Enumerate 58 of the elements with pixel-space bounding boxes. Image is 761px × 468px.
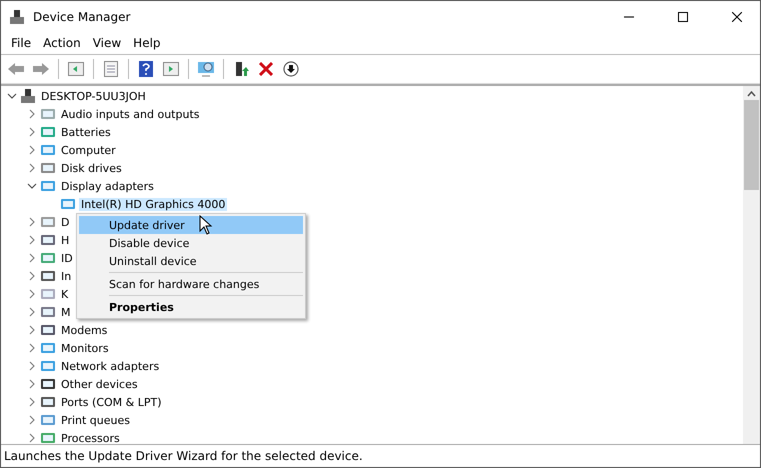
tree-item[interactable]: Modems	[59, 324, 110, 336]
context-menu-item[interactable]: Uninstall device	[79, 252, 303, 270]
tree-item[interactable]: In	[59, 270, 74, 282]
context-menu-item[interactable]: Update driver	[79, 216, 303, 234]
tree-item[interactable]: Network adapters	[59, 360, 162, 372]
scroll-up-icon[interactable]	[747, 90, 756, 98]
device-icon	[40, 232, 56, 248]
device-icon	[40, 106, 56, 122]
device-icon	[40, 304, 56, 320]
tree-item[interactable]: Monitors	[59, 342, 111, 354]
tree-item[interactable]: Display adapters	[59, 180, 156, 192]
cursor-icon	[199, 215, 213, 235]
context-menu-item[interactable]: Scan for hardware changes	[79, 275, 303, 293]
device-icon	[60, 196, 76, 212]
device-icon	[40, 430, 56, 444]
device-icon	[40, 250, 56, 266]
device-icon	[40, 160, 56, 176]
tree-item[interactable]: K	[59, 288, 70, 300]
tree-item[interactable]: Processors	[59, 432, 122, 444]
tree-item[interactable]: ID	[59, 252, 75, 264]
device-icon	[40, 268, 56, 284]
computer-icon	[20, 88, 36, 104]
menu-item[interactable]: View	[86, 34, 128, 52]
device-icon	[40, 286, 56, 302]
device-icon	[40, 124, 56, 140]
menu-item[interactable]: File	[5, 34, 38, 52]
tree-item[interactable]: D	[59, 216, 72, 228]
device-icon	[40, 214, 56, 230]
maximize-icon	[678, 12, 688, 22]
tree-item[interactable]: H	[59, 234, 72, 246]
tree-item[interactable]: Other devices	[59, 378, 140, 390]
menu-item[interactable]: Help	[127, 34, 167, 52]
tree-item[interactable]: M	[59, 306, 72, 318]
scroll-thumb[interactable]	[744, 100, 759, 190]
menu-item[interactable]: Action	[37, 34, 87, 52]
tree-item[interactable]: Batteries	[59, 126, 113, 138]
device-icon	[40, 322, 56, 338]
context-menu-item[interactable]: Properties	[79, 298, 303, 316]
tree-item[interactable]: Print queues	[59, 414, 132, 426]
tree-item[interactable]: Ports (COM & LPT)	[59, 396, 164, 408]
tree-item[interactable]: Audio inputs and outputs	[59, 108, 202, 120]
status-text: Launches the Update Driver Wizard for the selected device.	[4, 449, 363, 463]
tree-item[interactable]: Disk drives	[59, 162, 124, 174]
tree-root[interactable]: DESKTOP-5UU3JOH	[39, 90, 148, 102]
device-icon	[40, 340, 56, 356]
device-icon	[40, 376, 56, 392]
device-icon	[40, 412, 56, 428]
tree-item[interactable]: Computer	[59, 144, 118, 156]
scrollbar[interactable]	[743, 86, 760, 444]
tree-item[interactable]: Intel(R) HD Graphics 4000	[79, 198, 228, 210]
device-icon	[40, 358, 56, 374]
context-menu-item[interactable]: Disable device	[79, 234, 303, 252]
app-icon	[9, 8, 25, 24]
device-icon	[40, 178, 56, 194]
close-icon	[732, 12, 742, 22]
device-icon	[40, 142, 56, 158]
window-title: Device Manager	[33, 10, 132, 24]
device-icon	[40, 394, 56, 410]
